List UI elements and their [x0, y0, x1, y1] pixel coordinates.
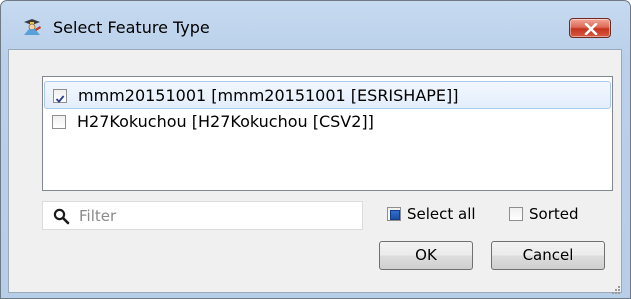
feature-label: H27Kokuchou [H27Kokuchou [CSV2]] — [77, 112, 374, 131]
feature-label: mmm20151001 [mmm20151001 [ESRISHAPE]] — [78, 86, 459, 105]
ok-button[interactable]: OK — [379, 241, 473, 270]
checkmark-icon — [55, 95, 65, 103]
window-title: Select Feature Type — [53, 18, 210, 37]
cancel-button[interactable]: Cancel — [491, 241, 605, 270]
list-item[interactable]: H27Kokuchou [H27Kokuchou [CSV2]] — [44, 108, 611, 136]
feature-checkbox[interactable] — [52, 115, 66, 129]
search-icon — [53, 208, 70, 229]
feature-checkbox[interactable] — [53, 89, 67, 103]
select-all-option[interactable]: Select all — [387, 205, 476, 225]
filter-input[interactable] — [79, 205, 349, 226]
sorted-checkbox[interactable] — [509, 207, 523, 221]
resize-grip-icon[interactable] — [611, 280, 621, 298]
workbench-icon — [21, 16, 43, 36]
select-all-checkbox[interactable] — [387, 207, 401, 221]
list-item[interactable]: mmm20151001 [mmm20151001 [ESRISHAPE]] — [44, 81, 611, 109]
title-bar[interactable]: Select Feature Type — [1, 1, 630, 41]
select-all-label: Select all — [407, 205, 476, 223]
feature-type-list[interactable]: mmm20151001 [mmm20151001 [ESRISHAPE]] H2… — [42, 76, 613, 191]
close-button[interactable] — [569, 18, 611, 38]
filter-field[interactable] — [42, 201, 363, 230]
sorted-label: Sorted — [529, 205, 579, 223]
select-feature-type-dialog: Select Feature Type mmm20151001 [mmm2015… — [0, 0, 631, 299]
dialog-body: mmm20151001 [mmm20151001 [ESRISHAPE]] H2… — [8, 49, 622, 294]
close-icon — [584, 23, 598, 35]
